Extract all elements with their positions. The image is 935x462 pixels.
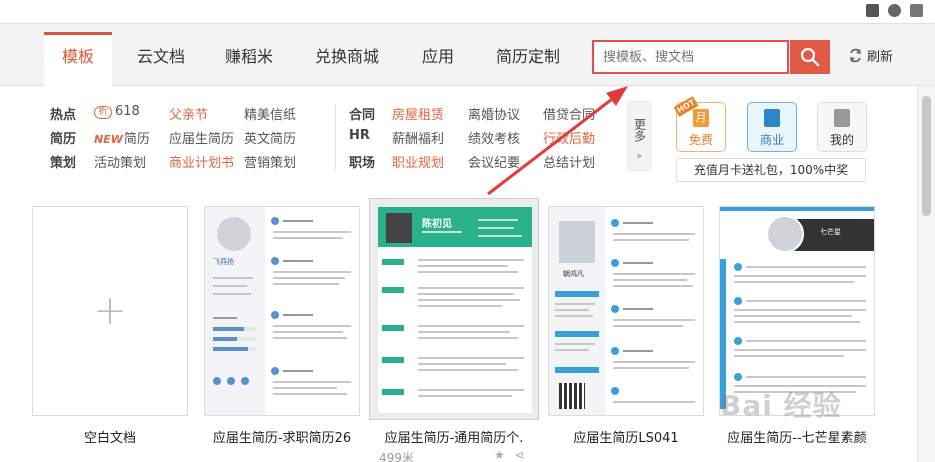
download-count: 499米 [379, 451, 414, 462]
search-icon [800, 47, 820, 67]
card-caption[interactable]: 空白文档 [32, 427, 188, 446]
resume-name: 陈初见 [422, 219, 452, 230]
tab-exchange-mall[interactable]: 兑换商城 [304, 32, 390, 86]
template-card-resume-26[interactable]: 飞燕扬 [204, 206, 360, 416]
category-link-career-planning[interactable]: 职业规划 [392, 152, 444, 171]
avatar [559, 221, 595, 263]
my-templates-button[interactable]: 我的 [817, 102, 867, 152]
category-head-planning: 策划 [50, 156, 77, 171]
feedback-icon[interactable] [888, 4, 901, 17]
qr-code-icon [559, 383, 585, 409]
tab-resume-custom[interactable]: 简历定制 [484, 32, 572, 86]
resume-name: 朝鸿凡 [563, 270, 584, 278]
category-link-event-planning[interactable]: 活动策划 [94, 152, 146, 171]
discount-badge: 折 [94, 106, 112, 119]
category-link-resume[interactable]: NEW简历 [94, 128, 150, 147]
category-head-resume: 简历 [50, 132, 77, 147]
more-label: 更多 [632, 118, 647, 142]
refresh-icon [850, 48, 861, 63]
category-link-letter-paper[interactable]: 精美信纸 [244, 104, 296, 123]
category-link-loan-contract[interactable]: 借贷合同 [543, 104, 595, 123]
skin-icon[interactable] [866, 4, 879, 17]
tab-cloud-docs[interactable]: 云文档 [126, 32, 196, 86]
documents-icon [834, 109, 850, 127]
category-link-graduate-resume[interactable]: 应届生简历 [169, 128, 234, 147]
category-link-english-resume[interactable]: 英文简历 [244, 128, 296, 147]
category-link-admin-logistics[interactable]: 行政后勤 [543, 128, 595, 147]
category-link-performance[interactable]: 绩效考核 [468, 128, 520, 147]
tab-earn-rice[interactable]: 赚稻米 [214, 32, 284, 86]
resume-page: 陈初见 [378, 207, 532, 413]
category-link-618[interactable]: 折 618 [94, 104, 140, 119]
main-tab-bar: 模板 云文档 赚稻米 兑换商城 应用 简历定制 刷新 [0, 24, 935, 87]
card-caption[interactable]: 应届生简历-求职简历26 [200, 427, 364, 446]
category-link-meeting-minutes[interactable]: 会议纪要 [468, 152, 520, 171]
mine-label: 我的 [829, 133, 854, 147]
resume-name: 飞燕扬 [213, 258, 234, 266]
avatar [386, 213, 412, 243]
refresh-button[interactable]: 刷新 [848, 46, 893, 65]
book-icon [764, 109, 780, 127]
avatar [766, 215, 804, 253]
resume-name: 七芒星 [820, 228, 841, 236]
free-templates-button[interactable]: HOT 月 免费 [673, 96, 726, 152]
more-categories-button[interactable]: 更多 » [627, 101, 651, 171]
category-link-business-plan[interactable]: 商业计划书 [169, 152, 234, 171]
vertical-scrollbar[interactable] [917, 86, 935, 462]
card-caption[interactable]: 应届生简历-通用简历个. [371, 427, 537, 446]
template-card-general-resume[interactable]: 陈初见 [369, 198, 539, 420]
category-head-hot: 热点 [50, 108, 77, 123]
scrollbar-thumb[interactable] [922, 96, 931, 216]
category-link-divorce-agreement[interactable]: 离婚协议 [468, 104, 520, 123]
chevron-down-icon: » [635, 151, 643, 162]
tab-templates[interactable]: 模板 [44, 32, 112, 87]
category-head-workplace: 职场 [349, 156, 376, 171]
window-controls [866, 4, 923, 17]
search-input[interactable] [594, 42, 787, 72]
month-icon: 月 [693, 109, 709, 127]
watermark: Bai 经验 [720, 389, 842, 422]
category-label: 618 [115, 104, 140, 119]
plus-icon: + [93, 288, 127, 334]
tab-apps[interactable]: 应用 [410, 32, 466, 86]
title-strip [0, 0, 935, 24]
business-templates-button[interactable]: 商业 [747, 102, 797, 152]
category-link-marketing-planning[interactable]: 营销策划 [244, 152, 296, 171]
search-button[interactable] [790, 40, 830, 74]
share-icon[interactable]: ⋖ [515, 448, 525, 462]
card-caption[interactable]: 应届生简历LS041 [548, 427, 704, 446]
free-label: 免费 [688, 133, 713, 147]
template-card-blank[interactable]: + [32, 206, 188, 416]
settings-icon[interactable] [910, 4, 923, 17]
category-link-fathers-day[interactable]: 父亲节 [169, 104, 208, 123]
card-caption[interactable]: 应届生简历--七芒星素颜 [715, 427, 879, 446]
new-badge: NEW [94, 133, 123, 146]
category-head-contract: 合同 [349, 108, 376, 123]
promo-banner[interactable]: 充值月卡送礼包，100%中奖 [676, 158, 866, 182]
card-actions: ★ ⋖ [494, 448, 525, 462]
avatar [217, 217, 251, 251]
category-link-salary-benefits[interactable]: 薪酬福利 [392, 128, 444, 147]
star-icon[interactable]: ★ [494, 448, 505, 462]
template-card-ls041[interactable]: 朝鸿凡 [548, 206, 704, 416]
category-divider [335, 104, 336, 170]
category-link-house-lease[interactable]: 房屋租赁 [392, 104, 444, 123]
refresh-label: 刷新 [867, 50, 894, 65]
category-link-summary-plan[interactable]: 总结计划 [543, 152, 595, 171]
category-label: 简历 [123, 132, 150, 147]
business-label: 商业 [759, 133, 784, 147]
search-box [592, 40, 789, 74]
category-head-hr: HR [349, 128, 370, 143]
